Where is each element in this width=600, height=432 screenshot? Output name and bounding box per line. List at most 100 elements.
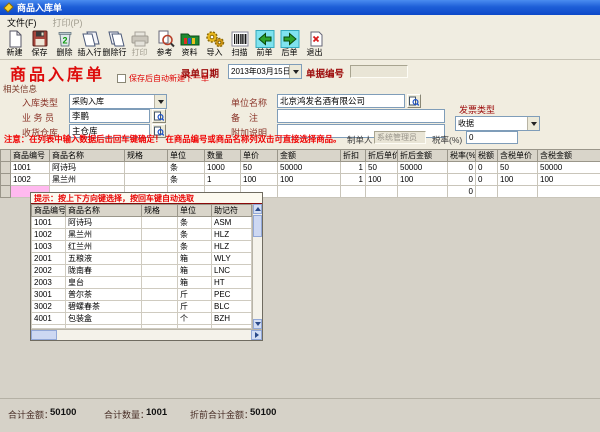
product-row[interactable]: 2003皇台箱HT xyxy=(32,277,252,289)
product-row[interactable]: 1003红兰州条HLZ xyxy=(32,241,252,253)
grid-cell[interactable]: 0 xyxy=(448,186,476,198)
cell-unit[interactable]: 斤 xyxy=(178,301,212,313)
toolbar-button-prev-doc[interactable]: 前单 xyxy=(252,30,277,59)
grid-header[interactable]: 规格 xyxy=(125,150,168,162)
grid-cell[interactable]: 0 xyxy=(448,174,476,186)
toolbar-button-next-doc[interactable]: 后单 xyxy=(277,30,302,59)
cell-spec[interactable] xyxy=(142,241,178,253)
cell-unit[interactable]: 条 xyxy=(178,229,212,241)
scroll-thumb[interactable] xyxy=(253,215,262,237)
remark-field[interactable] xyxy=(277,109,445,123)
cell-name[interactable]: 红兰州 xyxy=(66,241,142,253)
intype-combo[interactable]: 采购入库 xyxy=(69,94,167,109)
cell-code[interactable]: 4001 xyxy=(32,313,66,325)
scroll-thumb[interactable] xyxy=(31,330,57,340)
date-combo[interactable]: 2013年03月15日 xyxy=(228,64,302,79)
cell-code[interactable]: 2003 xyxy=(32,277,66,289)
grid-cell[interactable] xyxy=(498,186,538,198)
grid-cell[interactable]: 条 xyxy=(168,162,205,174)
row-selector[interactable] xyxy=(1,174,11,186)
popup-vertical-scrollbar[interactable] xyxy=(252,204,262,329)
grid-cell[interactable]: 1000 xyxy=(205,162,241,174)
product-row[interactable]: 2001五粮液箱WLY xyxy=(32,253,252,265)
cell-code[interactable]: 1002 xyxy=(32,229,66,241)
product-row[interactable]: 1001阿诗玛条ASM xyxy=(32,217,252,229)
grid-header[interactable]: 折扣 xyxy=(341,150,366,162)
toolbar-button-materials[interactable]: 资料 xyxy=(177,30,202,59)
grid-cell[interactable]: 1 xyxy=(341,174,366,186)
cell-code[interactable]: 3002 xyxy=(32,301,66,313)
scroll-right-button[interactable] xyxy=(251,330,262,340)
cell-spec[interactable] xyxy=(142,289,178,301)
grid-cell[interactable]: 0 xyxy=(448,162,476,174)
grid-cell[interactable]: 100 xyxy=(538,174,600,186)
grid-cell[interactable]: 1001 xyxy=(11,162,50,174)
date-dropdown-button[interactable] xyxy=(289,65,301,78)
scroll-track[interactable] xyxy=(253,238,262,319)
toolbar-button-insert-row[interactable]: 插入行 xyxy=(77,30,102,59)
cell-mnemonic[interactable]: PEC xyxy=(212,289,252,301)
grid-header[interactable]: 含税金额 xyxy=(538,150,600,162)
grid-cell[interactable] xyxy=(476,186,498,198)
cell-name[interactable]: 陇南春 xyxy=(66,265,142,277)
clerk-field[interactable]: 李鹏 xyxy=(69,109,150,123)
grid-cell[interactable]: 50000 xyxy=(278,162,341,174)
cell-name[interactable]: 普尔茶 xyxy=(66,289,142,301)
grid-cell[interactable]: 100 xyxy=(366,174,398,186)
grid-cell[interactable]: 50 xyxy=(366,162,398,174)
cell-unit[interactable]: 箱 xyxy=(178,265,212,277)
cell-name[interactable]: 阿诗玛 xyxy=(66,217,142,229)
scroll-down-button[interactable] xyxy=(253,319,262,329)
product-row-clipped[interactable] xyxy=(32,325,252,329)
grid-cell[interactable]: 黑兰州 xyxy=(50,174,125,186)
grid-cell[interactable]: 1 xyxy=(205,174,241,186)
grid-header[interactable]: 数量 xyxy=(205,150,241,162)
cell-name[interactable]: 碧螺春茶 xyxy=(66,301,142,313)
grid-cell[interactable]: 100 xyxy=(278,174,341,186)
cell-spec[interactable] xyxy=(142,229,178,241)
scroll-up-button[interactable] xyxy=(253,204,262,214)
cell-code[interactable]: 1003 xyxy=(32,241,66,253)
scroll-track[interactable] xyxy=(57,330,251,340)
cell-unit[interactable]: 个 xyxy=(178,313,212,325)
cell-mnemonic[interactable]: BLC xyxy=(212,301,252,313)
toolbar-button-delete[interactable]: 2 删除 xyxy=(52,30,77,59)
clerk-lookup-button[interactable] xyxy=(152,109,166,123)
cell-mnemonic[interactable]: LNC xyxy=(212,265,252,277)
grid-cell[interactable]: 阿诗玛 xyxy=(50,162,125,174)
product-row[interactable]: 1002黑兰州 条HLZ xyxy=(32,229,252,241)
cell-name[interactable]: 黑兰州 xyxy=(66,229,142,241)
cell-code[interactable]: 2002 xyxy=(32,265,66,277)
grid-header[interactable]: 单位 xyxy=(168,150,205,162)
cell-code[interactable]: 3001 xyxy=(32,289,66,301)
grid-header[interactable]: 折后单价 xyxy=(366,150,398,162)
cell-unit[interactable]: 条 xyxy=(178,241,212,253)
grid-header[interactable]: 折后金额 xyxy=(398,150,448,162)
taxrate-field[interactable]: 0 xyxy=(466,131,518,144)
grid-header[interactable]: 单价 xyxy=(241,150,278,162)
toolbar-button-import[interactable]: 导入 xyxy=(202,30,227,59)
grid-cell[interactable]: 0 xyxy=(476,162,498,174)
cell-spec[interactable] xyxy=(142,277,178,289)
grid-cell[interactable]: 50000 xyxy=(538,162,600,174)
grid-cell[interactable] xyxy=(366,186,398,198)
grid-cell[interactable]: 100 xyxy=(241,174,278,186)
menu-file[interactable]: 文件(F) xyxy=(7,16,37,29)
product-row[interactable]: 4001包装盒 个BZH xyxy=(32,313,252,325)
grid-cell[interactable] xyxy=(278,186,341,198)
toolbar-button-exit[interactable]: 退出 xyxy=(302,30,327,59)
grid-header[interactable]: 商品名称 xyxy=(50,150,125,162)
grid-header[interactable]: 含税单价 xyxy=(498,150,538,162)
cell-mnemonic[interactable]: HLZ xyxy=(212,229,252,241)
toolbar-button-reference[interactable]: 参考 xyxy=(152,30,177,59)
grid-cell[interactable]: 1 xyxy=(341,162,366,174)
cell-name[interactable]: 五粮液 xyxy=(66,253,142,265)
cell-name[interactable]: 包装盒 xyxy=(66,313,142,325)
cell-mnemonic[interactable]: BZH xyxy=(212,313,252,325)
cell-spec[interactable] xyxy=(142,313,178,325)
grid-cell[interactable] xyxy=(125,162,168,174)
cell-name[interactable]: 皇台 xyxy=(66,277,142,289)
cell-unit[interactable]: 箱 xyxy=(178,277,212,289)
grid-cell[interactable] xyxy=(398,186,448,198)
product-row[interactable]: 2002陇南春 箱LNC xyxy=(32,265,252,277)
